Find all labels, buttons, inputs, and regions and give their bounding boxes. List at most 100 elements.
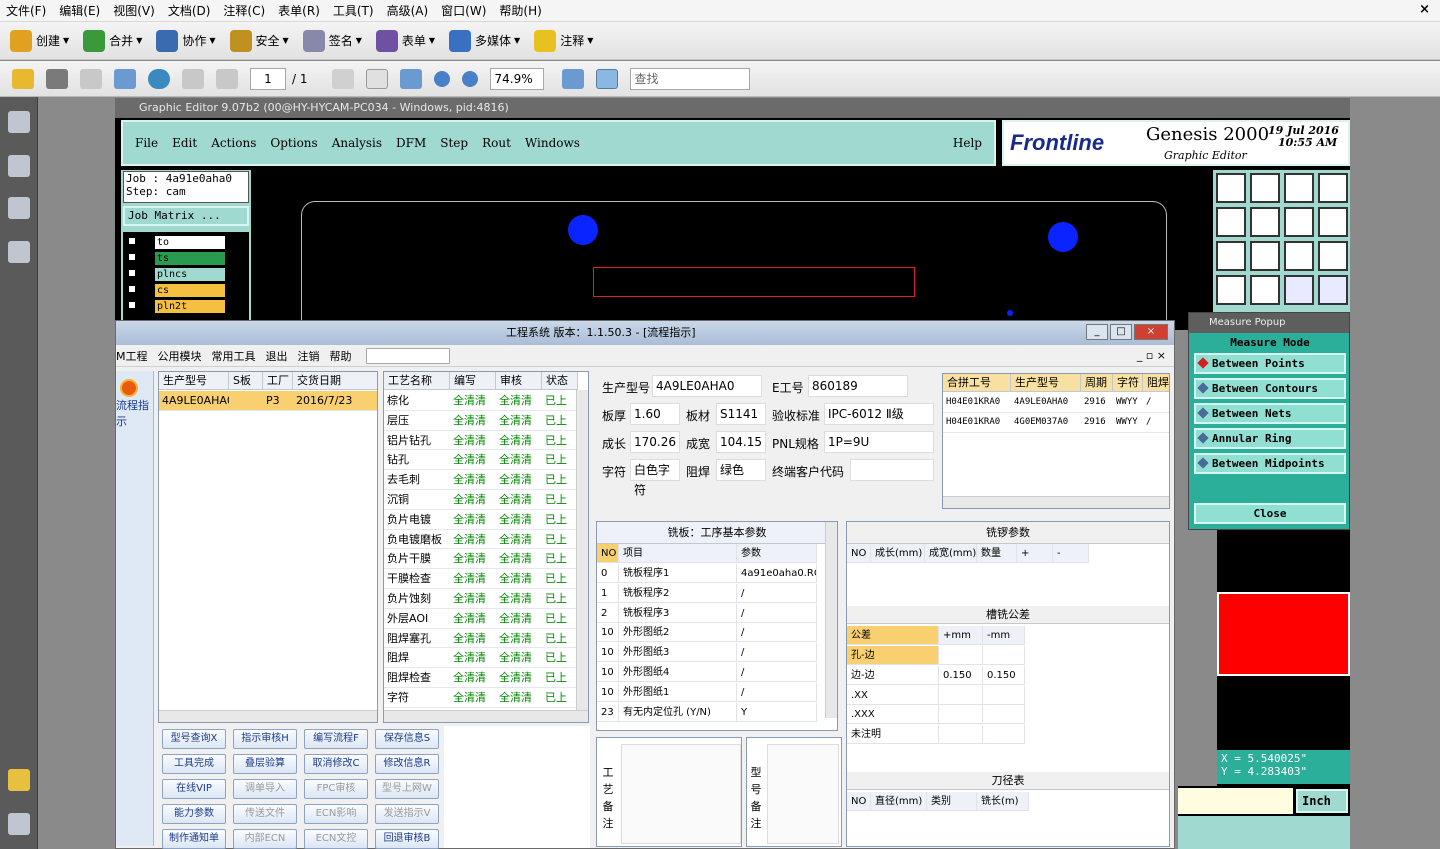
process-row[interactable]: 阻焊塞孔 <box>384 629 450 649</box>
process-row[interactable]: 全清清 <box>450 648 496 669</box>
process-row[interactable]: 已上 <box>542 589 578 609</box>
grid-header[interactable]: 交货日期 <box>293 372 377 390</box>
process-row[interactable]: 已上 <box>542 629 578 649</box>
ge-menu-item[interactable]: Actions <box>211 136 256 150</box>
grid-header[interactable]: 工厂 <box>263 372 293 390</box>
process-row[interactable]: 阻焊检查 <box>384 668 450 688</box>
ge-menu-item[interactable]: Edit <box>172 136 197 150</box>
zoom-tool-icon[interactable] <box>399 68 422 89</box>
action-button[interactable]: FPC审核 <box>304 779 368 799</box>
tol-row[interactable] <box>983 725 1025 745</box>
info-value[interactable]: 170.26 <box>630 431 680 453</box>
ge-tool-icon[interactable] <box>1216 241 1246 271</box>
process-row[interactable]: 已上 <box>542 668 578 688</box>
tol-row[interactable]: 未注明 <box>847 725 939 745</box>
process-row[interactable]: 全清清 <box>496 411 542 431</box>
zoom-in-icon[interactable] <box>461 70 478 87</box>
tol-row[interactable] <box>939 646 983 665</box>
menu-item[interactable]: 编辑(E) <box>59 2 100 19</box>
grid-header[interactable]: 工艺名称 <box>384 372 450 390</box>
toolbar-7-button[interactable]: 多媒体 ▼ <box>449 29 520 52</box>
process-row[interactable]: 已上 <box>542 569 578 589</box>
tol-row[interactable] <box>983 685 1025 705</box>
menu-item[interactable]: 文档(D) <box>168 2 211 19</box>
ge-menu-item[interactable]: DFM <box>396 136 426 150</box>
maximize-button[interactable]: □ <box>1110 324 1132 340</box>
process-row[interactable]: 已上 <box>542 609 578 629</box>
order-row[interactable]: P3 <box>263 391 293 411</box>
merge-row[interactable]: 4A9LE0AHA0 <box>1011 393 1081 413</box>
process-row[interactable]: 全清清 <box>450 569 496 589</box>
merge-row[interactable]: 4G0EM037A0 <box>1011 413 1081 433</box>
action-button[interactable]: 指示审核H <box>233 729 297 749</box>
ge-tool-icon[interactable] <box>1318 241 1348 271</box>
tol-row[interactable] <box>939 685 983 705</box>
process-row[interactable]: 全清清 <box>496 648 542 669</box>
process-row[interactable]: 层压 <box>384 411 450 431</box>
grid-header[interactable]: S板 <box>229 372 263 390</box>
process-row[interactable]: 已上 <box>542 688 578 708</box>
menu-item[interactable]: 文件(F) <box>6 2 46 19</box>
action-button[interactable]: 型号上网W <box>375 779 439 799</box>
process-row[interactable]: 外层AOI <box>384 609 450 629</box>
v-scrollbar[interactable] <box>576 390 588 710</box>
process-row[interactable]: 干膜检查 <box>384 569 450 589</box>
layer-row[interactable]: to <box>155 236 225 249</box>
mdi-controls[interactable]: _ ▫ × <box>1137 349 1166 362</box>
measure-option-button[interactable]: Between Points <box>1194 353 1346 374</box>
ge-tool-icon[interactable] <box>1318 207 1348 237</box>
h-scrollbar[interactable] <box>159 710 377 722</box>
action-button[interactable]: 能力参数 <box>162 804 226 824</box>
tol-row[interactable]: 0.150 <box>939 665 983 685</box>
action-button[interactable]: 在线VIP <box>162 779 226 799</box>
menu-item[interactable]: 工具(T) <box>333 2 374 19</box>
tol-row[interactable] <box>983 646 1025 665</box>
process-row[interactable]: 全清清 <box>496 530 542 550</box>
email-icon[interactable] <box>114 68 136 89</box>
mill-row[interactable]: 外形图纸1 <box>619 682 737 702</box>
process-row[interactable]: 已上 <box>542 391 578 411</box>
tol-row[interactable]: 边-边 <box>847 665 939 685</box>
hand-tool-icon[interactable] <box>365 68 388 89</box>
order-row[interactable] <box>229 391 263 411</box>
process-row[interactable]: 全清清 <box>496 629 542 649</box>
process-row[interactable]: 负片干膜 <box>384 549 450 570</box>
mill-row[interactable]: 外形图纸2 <box>619 623 737 643</box>
layer-checkbox[interactable] <box>127 284 137 294</box>
process-row[interactable]: 全清清 <box>450 510 496 530</box>
ge-menu-item[interactable]: Step <box>440 136 468 150</box>
tol-row[interactable]: 0.150 <box>983 665 1025 685</box>
process-row[interactable]: 去毛刺 <box>384 470 450 490</box>
tol-row[interactable] <box>939 725 983 745</box>
mill-row[interactable]: 10 <box>597 682 619 702</box>
process-row[interactable]: 铝片钻孔 <box>384 431 450 451</box>
fit-page-icon[interactable] <box>595 68 618 89</box>
mill-row[interactable]: 10 <box>597 643 619 663</box>
ge-tool-icon[interactable] <box>1216 275 1246 305</box>
process-row[interactable]: 沉铜 <box>384 490 450 510</box>
zoom-input[interactable]: 74.9% <box>489 67 544 90</box>
eng-menu-item[interactable]: M工程 <box>116 348 148 364</box>
ge-tool-icon[interactable] <box>1284 241 1314 271</box>
eng-menu-item[interactable]: 帮助 <box>330 348 352 364</box>
ge-menu-help[interactable]: Help <box>953 136 982 150</box>
info-value[interactable]: 1.60 <box>630 403 680 425</box>
layer-row[interactable]: cs <box>155 284 225 297</box>
grid-header[interactable]: 生产型号 <box>1011 374 1081 392</box>
action-button[interactable]: 制作通知单 <box>162 829 226 849</box>
action-button[interactable]: 叠层验算 <box>233 754 297 774</box>
fit-width-icon[interactable] <box>561 68 584 89</box>
merge-row[interactable]: / <box>1143 393 1169 413</box>
mill-row[interactable]: 铣板程序1 <box>619 564 737 583</box>
mill-row[interactable]: / <box>737 623 817 643</box>
toolbar-4-button[interactable]: 安全 ▼ <box>229 29 289 52</box>
h-scrollbar[interactable] <box>384 710 588 722</box>
page-number-input[interactable]: 1 <box>250 67 286 90</box>
process-row[interactable]: 全清清 <box>450 490 496 510</box>
menu-item[interactable]: 注释(C) <box>223 2 265 19</box>
layers-icon[interactable] <box>8 197 30 219</box>
process-row[interactable]: 全清清 <box>450 470 496 490</box>
ge-tool-icon[interactable] <box>1284 173 1314 203</box>
order-row[interactable]: 2016/7/23 <box>293 391 377 411</box>
action-button[interactable]: ECN文控 <box>304 829 368 849</box>
